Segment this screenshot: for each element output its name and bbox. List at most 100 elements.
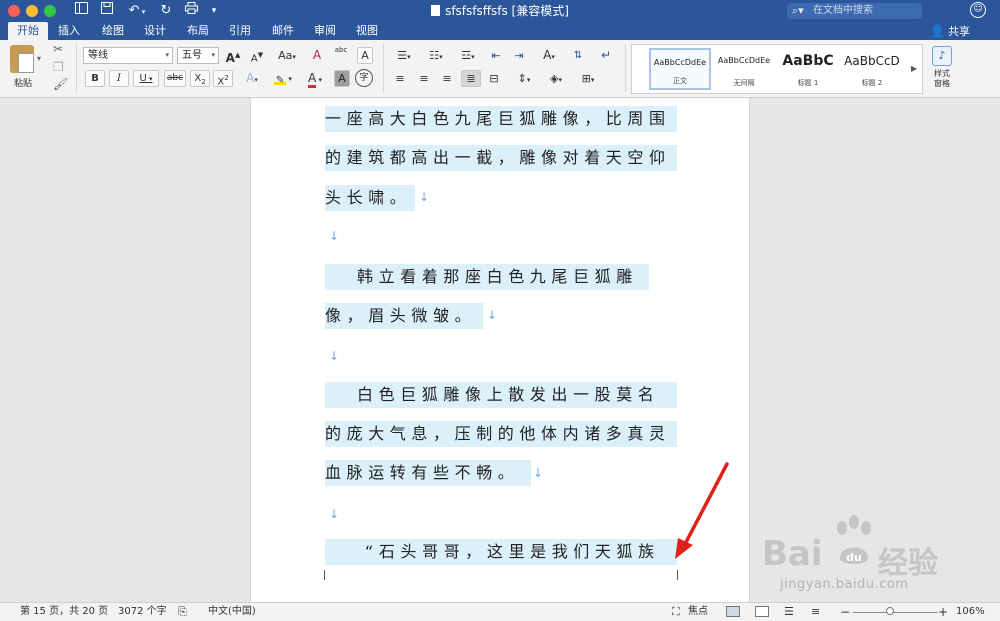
ribbon-separator [625, 44, 626, 92]
sidebar-icon[interactable] [72, 2, 90, 20]
ribbon-tab-bar: 开始 插入 绘图 设计 布局 引用 邮件 审阅 视图 👤 共享 [0, 22, 1000, 40]
sort-button[interactable]: ⇅ [567, 47, 589, 64]
bold-button[interactable]: B [85, 70, 105, 87]
outline-view-icon[interactable]: ☰ [784, 603, 794, 621]
ribbon-separator [76, 44, 77, 92]
multilevel-list-button[interactable]: ☲▾ [453, 47, 483, 64]
tab-references[interactable]: 引用 [224, 22, 256, 40]
style-heading-2[interactable]: AaBbCcD 标题 2 [841, 48, 903, 90]
gallery-expand-icon[interactable]: ▶ [911, 64, 917, 73]
align-left-button[interactable]: ≡ [390, 70, 410, 87]
phonetic-guide-button[interactable]: abc [330, 45, 352, 62]
zoom-window-button[interactable] [44, 5, 56, 17]
paste-dropdown-icon[interactable]: ▾ [37, 54, 41, 63]
increase-indent-button[interactable]: ⇥ [509, 47, 529, 64]
numbering-button[interactable]: ☷▾ [421, 47, 451, 64]
font-color-button[interactable]: A ▾ [300, 70, 330, 88]
print-layout-view-icon[interactable] [726, 606, 740, 617]
font-size-select[interactable]: 五号 ▾ [177, 47, 219, 64]
feedback-smiley-icon[interactable]: ☺ [970, 2, 986, 18]
zoom-slider-thumb[interactable] [886, 607, 894, 615]
tab-review[interactable]: 审阅 [309, 22, 341, 40]
proofing-icon[interactable]: ⎘ [178, 603, 187, 621]
shading-button[interactable]: ◈▾ [542, 70, 570, 87]
zoom-in-button[interactable]: + [938, 603, 948, 621]
undo-icon[interactable]: ↶ ▾ [124, 2, 150, 20]
ribbon-home: ▾ 粘贴 ✂ ❐ 🖌 等线 ▾ 五号 ▾ A▲ A▼ Aa▾ A abc A B I… [0, 40, 1000, 98]
character-shading-button[interactable]: A [334, 70, 350, 87]
tab-draw[interactable]: 绘图 [97, 22, 129, 40]
cut-icon[interactable]: ✂ [53, 42, 63, 56]
format-painter-icon[interactable]: 🖌 [53, 77, 68, 91]
bullets-button[interactable]: ☰▾ [389, 47, 419, 64]
line-spacing-button[interactable]: ⇕▾ [510, 70, 538, 87]
ribbon-separator [383, 44, 384, 92]
text-effects-button[interactable]: A▾ [239, 70, 265, 87]
web-layout-view-icon[interactable] [755, 606, 769, 617]
svg-text:du: du [846, 551, 862, 564]
paw-icon: du [837, 515, 871, 564]
focus-icon[interactable]: ⛶ [672, 603, 680, 621]
paste-label: 粘贴 [14, 79, 33, 89]
page-indicator[interactable]: 第 15 页，共 20 页 [20, 603, 108, 621]
print-icon[interactable] [182, 2, 200, 20]
align-right-button[interactable]: ≡ [437, 70, 457, 87]
paste-icon[interactable] [10, 45, 34, 73]
tab-mailings[interactable]: 邮件 [267, 22, 299, 40]
draft-view-icon[interactable]: ≡ [811, 603, 820, 621]
align-center-button[interactable]: ≡ [414, 70, 434, 87]
strikethrough-button[interactable]: abc [164, 70, 186, 87]
focus-mode-button[interactable]: 焦点 [688, 603, 708, 621]
redo-icon[interactable]: ↻ [158, 2, 174, 20]
language-indicator[interactable]: 中文(中国) [208, 603, 256, 621]
search-icon: ⌕▾ [792, 4, 804, 17]
styles-pane-icon: ♪ [932, 46, 952, 66]
style-no-spacing[interactable]: AaBbCcDdEe 无间隔 [713, 48, 775, 90]
justify-button[interactable]: ≣ [461, 70, 481, 87]
copy-icon[interactable]: ❐ [53, 60, 64, 74]
show-formatting-marks-button[interactable]: ↵ [595, 47, 617, 64]
highlight-color-button[interactable]: ✎ ▾ [268, 70, 298, 87]
word-count[interactable]: 3072 个字 [118, 603, 167, 621]
style-heading-1[interactable]: AaBbC 标题 1 [777, 48, 839, 90]
change-case-button[interactable]: Aa▾ [274, 47, 300, 64]
shrink-font-button[interactable]: A▼ [247, 47, 267, 64]
zoom-slider-track[interactable] [853, 612, 938, 613]
distributed-button[interactable]: ⊟ [484, 70, 504, 87]
search-input[interactable]: ⌕▾ 在文档中搜索 [787, 3, 922, 19]
save-icon[interactable] [98, 2, 116, 20]
watermark-url: jingyan.baidu.com [780, 577, 909, 592]
tab-home[interactable]: 开始 [8, 22, 48, 40]
minimize-window-button[interactable] [26, 5, 38, 17]
grow-font-button[interactable]: A▲ [223, 47, 243, 65]
status-bar: 第 15 页，共 20 页 3072 个字 ⎘ 中文(中国) ⛶ 焦点 ☰ ≡ … [0, 602, 1000, 621]
subscript-button[interactable]: X2 [190, 70, 210, 87]
chevron-down-icon: ▾ [211, 51, 215, 59]
decrease-indent-button[interactable]: ⇤ [486, 47, 506, 64]
character-border-button[interactable]: A [357, 47, 373, 64]
zoom-out-button[interactable]: − [840, 603, 850, 621]
close-window-button[interactable] [8, 5, 20, 17]
tab-view[interactable]: 视图 [351, 22, 383, 40]
font-name-select[interactable]: 等线 ▾ [83, 47, 173, 64]
customize-icon[interactable]: ▾ [208, 2, 220, 20]
style-normal[interactable]: AaBbCcDdEe 正文 [649, 48, 711, 90]
superscript-button[interactable]: X2 [213, 70, 233, 87]
tab-design[interactable]: 设计 [139, 22, 171, 40]
clear-formatting-button[interactable]: A [307, 47, 327, 64]
borders-button[interactable]: ⊞▾ [574, 70, 602, 87]
document-icon [431, 5, 441, 16]
underline-button[interactable]: U ▾ [133, 70, 159, 87]
enclose-character-button[interactable]: 字 [355, 69, 373, 87]
styles-gallery: AaBbCcDdEe 正文 AaBbCcDdEe 无间隔 AaBbC 标题 1 … [631, 44, 923, 94]
tab-layout[interactable]: 布局 [182, 22, 214, 40]
highlighter-icon: ✎ [274, 75, 287, 86]
italic-button[interactable]: I [109, 70, 129, 87]
share-button[interactable]: 👤 共享 [930, 22, 970, 40]
title-bar: ↶ ▾ ↻ ▾ sfsfsfsffsfs [兼容模式] ⌕▾ 在文档中搜索 ☺ [0, 0, 1000, 22]
asian-layout-button[interactable]: A▾ [535, 47, 563, 64]
tab-insert[interactable]: 插入 [53, 22, 85, 40]
styles-pane-button[interactable]: ♪ 样式 窗格 [928, 44, 956, 89]
chevron-down-icon: ▾ [165, 51, 169, 59]
zoom-level[interactable]: 106% [956, 603, 985, 621]
